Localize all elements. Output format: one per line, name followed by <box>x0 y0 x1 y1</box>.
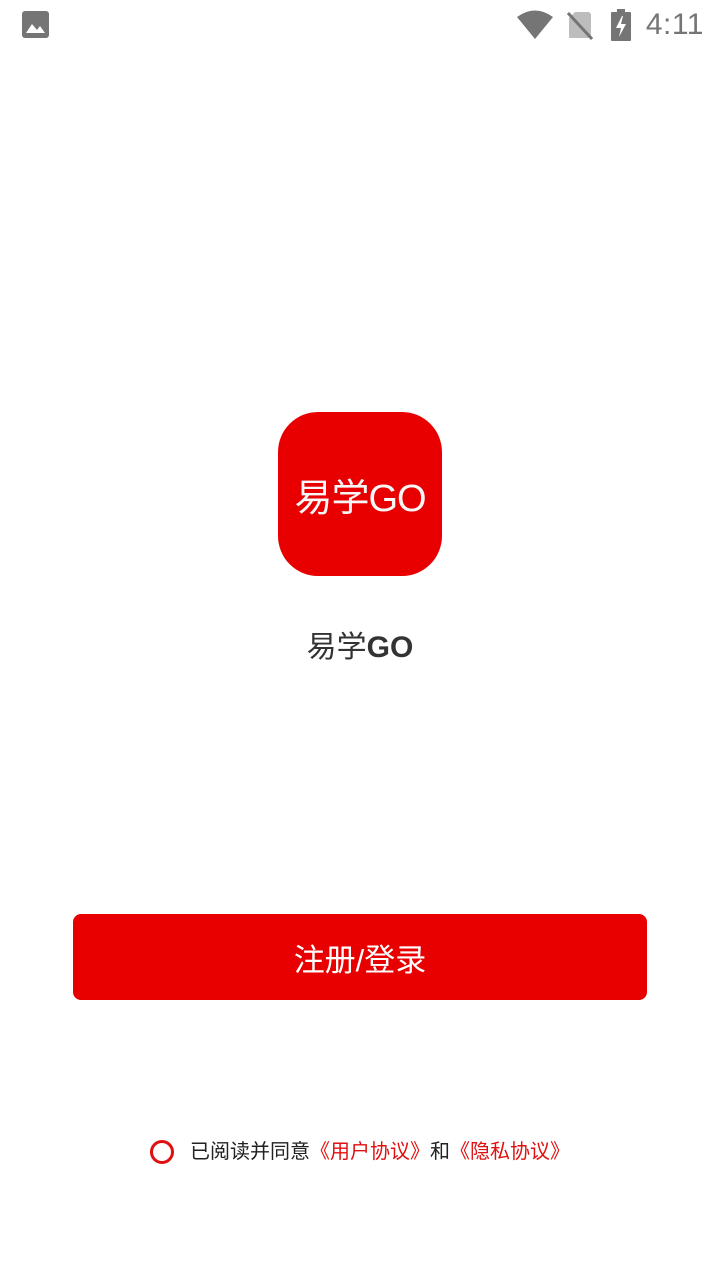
agreement-row: 已阅读并同意 《用户协议》 和 《隐私协议》 <box>0 1134 720 1164</box>
status-time: 4:11 <box>645 8 704 41</box>
image-icon <box>22 11 49 38</box>
app-logo: 易学GO <box>278 412 442 576</box>
status-bar: 4:11 <box>0 0 720 50</box>
privacy-policy-link[interactable]: 《隐私协议》 <box>450 1135 570 1164</box>
battery-charging-icon <box>610 9 632 41</box>
app-name: 易学GO <box>0 622 720 666</box>
app-logo-text: 易学GO <box>294 477 426 520</box>
agreement-prefix: 已阅读并同意 <box>190 1140 310 1163</box>
status-icons: 4:11 <box>516 6 704 44</box>
agree-checkbox[interactable] <box>150 1140 174 1164</box>
register-login-button[interactable]: 注册/登录 <box>73 914 647 1000</box>
no-sim-icon <box>566 10 594 40</box>
app-name-suffix: GO <box>366 631 414 664</box>
wifi-icon <box>516 8 554 42</box>
app-name-prefix: 易学 <box>306 631 367 664</box>
agreement-conjunction: 和 <box>430 1140 450 1163</box>
user-agreement-link[interactable]: 《用户协议》 <box>310 1135 430 1164</box>
